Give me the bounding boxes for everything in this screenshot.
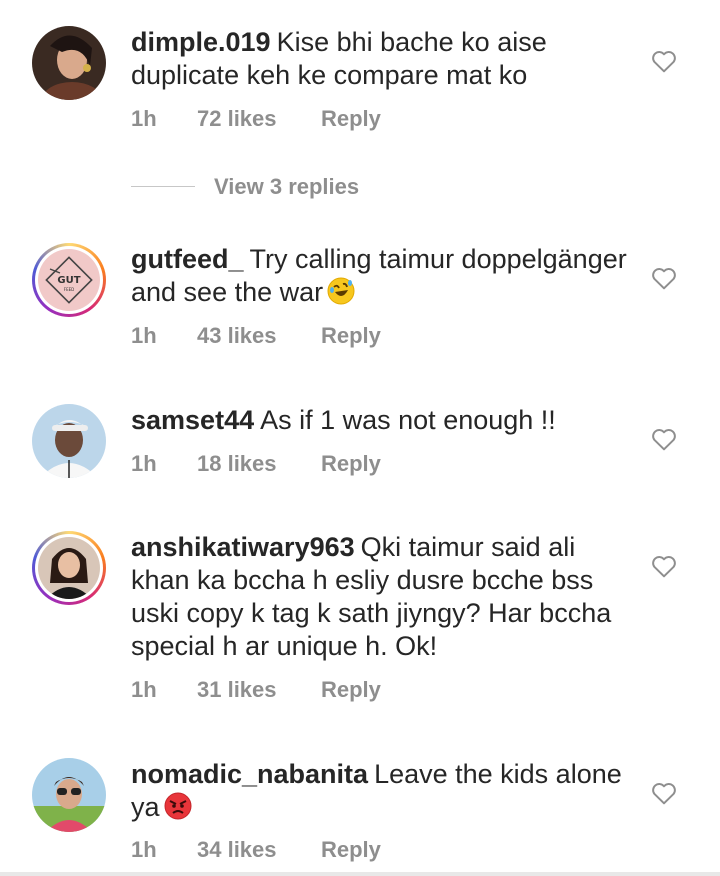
avatar-image	[32, 404, 106, 478]
view-replies-label: View 3 replies	[214, 174, 360, 199]
comment-text: anshikatiwary963 Qki taimur said ali khan…	[131, 531, 641, 663]
heart-icon[interactable]	[651, 554, 677, 578]
comment-text: nomadic_nabanita Leave the kids alone ya	[131, 758, 641, 824]
reply-button[interactable]: Reply	[321, 837, 381, 863]
timestamp: 1h	[131, 837, 157, 862]
avatar-image	[32, 758, 106, 832]
likes-count[interactable]: 72 likes	[197, 106, 321, 132]
avatar-image	[38, 537, 100, 599]
timestamp: 1h	[131, 323, 157, 348]
heart-icon[interactable]	[651, 49, 677, 73]
avatar[interactable]	[32, 531, 106, 605]
avatar[interactable]	[32, 404, 106, 478]
reply-button[interactable]: Reply	[321, 106, 381, 132]
comment-meta: 1h 34 likes Reply	[131, 837, 381, 863]
likes-count[interactable]: 18 likes	[197, 451, 321, 477]
timestamp: 1h	[131, 677, 157, 702]
comment-text: gutfeed_ Try calling taimur doppelgänger …	[131, 243, 641, 309]
angry-face-emoji	[164, 792, 192, 820]
heart-icon[interactable]	[651, 427, 677, 451]
likes-count[interactable]: 43 likes	[197, 323, 321, 349]
username[interactable]: gutfeed_	[131, 244, 244, 274]
comment-text: samset44 As if 1 was not enough !!	[131, 404, 641, 437]
comment-body: As if 1 was not enough !!	[260, 405, 556, 435]
bottom-divider	[0, 872, 720, 876]
avatar[interactable]: GUT FEED	[32, 243, 106, 317]
logo-text: GUT	[57, 275, 80, 286]
username[interactable]: samset44	[131, 405, 254, 435]
timestamp: 1h	[131, 451, 157, 476]
divider-line	[131, 186, 195, 187]
likes-count[interactable]: 34 likes	[197, 837, 321, 863]
logo-subtext: FEED	[64, 287, 74, 292]
rolling-laughing-emoji	[327, 277, 355, 305]
username[interactable]: dimple.019	[131, 27, 271, 57]
comment-meta: 1h 43 likes Reply	[131, 323, 381, 349]
comment-text: dimple.019 Kise bhi bache ko aise duplica…	[131, 26, 641, 92]
reply-button[interactable]: Reply	[321, 323, 381, 349]
username[interactable]: nomadic_nabanita	[131, 759, 368, 789]
avatar-image	[32, 26, 106, 100]
heart-icon[interactable]	[651, 266, 677, 290]
comment-meta: 1h 31 likes Reply	[131, 677, 381, 703]
comment-meta: 1h 72 likes Reply	[131, 106, 381, 132]
reply-button[interactable]: Reply	[321, 677, 381, 703]
likes-count[interactable]: 31 likes	[197, 677, 321, 703]
avatar-logo: GUT FEED	[38, 249, 100, 311]
username[interactable]: anshikatiwary963	[131, 532, 355, 562]
avatar[interactable]	[32, 758, 106, 832]
heart-icon[interactable]	[651, 781, 677, 805]
timestamp: 1h	[131, 106, 157, 131]
avatar[interactable]	[32, 26, 106, 100]
reply-button[interactable]: Reply	[321, 451, 381, 477]
comment-meta: 1h 18 likes Reply	[131, 451, 381, 477]
